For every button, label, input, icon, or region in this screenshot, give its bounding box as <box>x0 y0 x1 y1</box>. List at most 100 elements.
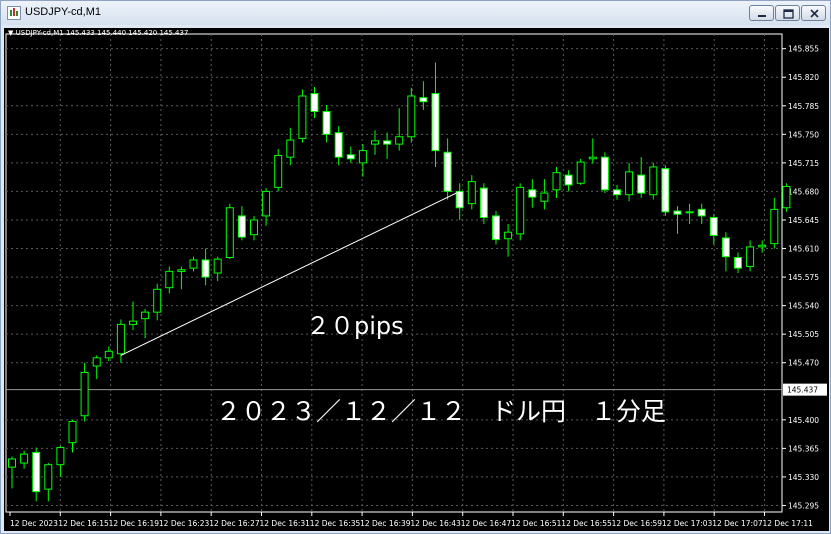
x-tick-label: 12 Dec 17:11 <box>763 519 814 528</box>
minimize-icon <box>758 15 766 17</box>
candle <box>395 108 404 151</box>
bear-candle-body <box>455 190 464 209</box>
x-tick-label: 12 Dec 16:47 <box>461 519 512 528</box>
x-tick-label: 12 Dec 17:03 <box>662 519 713 528</box>
y-tick-label: 145.330 <box>788 473 819 482</box>
bear-candle-body <box>613 189 621 196</box>
candles <box>8 62 791 502</box>
candle <box>237 206 246 241</box>
bear-candle-body <box>661 168 670 213</box>
candle <box>298 89 307 143</box>
candle <box>528 179 537 208</box>
bull-candle-body <box>177 269 186 272</box>
candlestick-chart[interactable]: 145.855 145.820 145.785 145.750 145.715 145.6… <box>4 28 829 531</box>
candle <box>104 346 113 362</box>
bull-candle-body <box>504 231 513 240</box>
x-tick-label: 12 Dec 16:35 <box>310 519 361 528</box>
bull-candle-body <box>141 311 150 320</box>
header-symbol: USDJPY-cd,M1 <box>15 29 64 37</box>
bull-candle-body <box>225 207 234 259</box>
candle <box>455 183 464 220</box>
bear-candle-body <box>346 154 355 160</box>
candle <box>649 162 658 200</box>
title-bar[interactable]: USDJPY-cd,M1 <box>1 1 830 25</box>
close-button[interactable] <box>801 5 826 21</box>
candle <box>213 256 222 282</box>
bull-candle-body <box>298 95 307 139</box>
candle <box>734 252 742 273</box>
candle <box>274 149 283 192</box>
x-tick-label: 12 Dec 16:31 <box>260 519 311 528</box>
minimize-button[interactable] <box>749 5 774 21</box>
candle <box>358 144 367 177</box>
bull-candle-body <box>576 161 585 184</box>
price-chart[interactable]: 145.855 145.820 145.785 145.750 145.715 145.6… <box>4 28 829 531</box>
chart-app-icon <box>7 6 21 20</box>
candle <box>746 240 755 272</box>
y-tick-label: 145.715 <box>788 159 819 168</box>
candle <box>56 445 65 477</box>
candle <box>637 157 646 198</box>
candle <box>576 158 585 185</box>
window-title: USDJPY-cd,M1 <box>25 6 102 18</box>
y-tick-label: 145.470 <box>788 359 819 368</box>
current-price-label: 145.437 <box>787 386 818 395</box>
bear-candle-body <box>492 215 500 241</box>
candle <box>250 215 258 241</box>
candle <box>346 146 355 163</box>
candle <box>286 127 295 166</box>
candle <box>600 152 609 194</box>
x-tick-label: 12 Dec 16:51 <box>511 519 562 528</box>
bear-candle-body <box>419 97 428 103</box>
x-tick-label: 12 Dec 16:55 <box>561 519 612 528</box>
bear-candle-body <box>697 208 706 217</box>
y-tick-label: 145.400 <box>788 416 819 425</box>
candle <box>80 362 89 422</box>
x-tick-label: 12 Dec 16:39 <box>360 519 411 528</box>
y-tick-label: 145.540 <box>788 302 819 311</box>
candle <box>129 301 137 331</box>
candle <box>68 419 77 453</box>
bull-candle-body <box>770 208 779 245</box>
restore-button[interactable] <box>775 5 800 21</box>
y-tick-label: 145.680 <box>788 187 819 196</box>
candle <box>92 355 101 380</box>
y-tick-label: 145.505 <box>788 330 819 339</box>
candle <box>310 87 319 119</box>
price-axis: 145.855 145.820 145.785 145.750 145.715 145.6… <box>9 45 827 528</box>
x-tick-label: 12 Dec 16:23 <box>159 519 210 528</box>
bear-candle-body <box>709 217 718 236</box>
bull-candle-body <box>189 259 198 269</box>
candle <box>443 138 452 200</box>
bull-candle-body <box>625 171 634 196</box>
bear-candle-body <box>443 151 452 192</box>
candle <box>661 165 670 216</box>
bull-candle-body <box>516 186 525 235</box>
bull-candle-body <box>649 166 658 196</box>
candle <box>177 266 186 290</box>
candle <box>322 104 331 143</box>
bull-candle-body <box>358 150 367 164</box>
bull-candle-body <box>395 136 404 145</box>
bull-candle-body <box>407 95 416 138</box>
pips-annotation: ２０pips <box>306 312 404 340</box>
x-tick-label: 12 Dec 16:19 <box>109 519 160 528</box>
bear-candle-body <box>600 156 609 191</box>
bull-candle-body <box>80 372 89 417</box>
bull-candle-body <box>286 139 295 158</box>
bull-candle-body <box>588 156 597 160</box>
bear-candle-body <box>637 174 646 194</box>
candle <box>407 87 416 143</box>
candle <box>782 183 791 212</box>
candle <box>262 188 271 226</box>
bull-candle-body <box>104 350 113 359</box>
y-tick-label: 145.645 <box>788 216 819 225</box>
candle <box>116 319 125 363</box>
bull-candle-body <box>782 186 791 209</box>
candle <box>467 175 476 210</box>
candle <box>564 170 573 192</box>
collapse-arrow-icon[interactable]: ▼ <box>8 29 13 37</box>
bear-candle-body <box>310 93 319 112</box>
candle <box>153 283 162 321</box>
x-tick-label: 12 Dec 16:15 <box>58 519 109 528</box>
